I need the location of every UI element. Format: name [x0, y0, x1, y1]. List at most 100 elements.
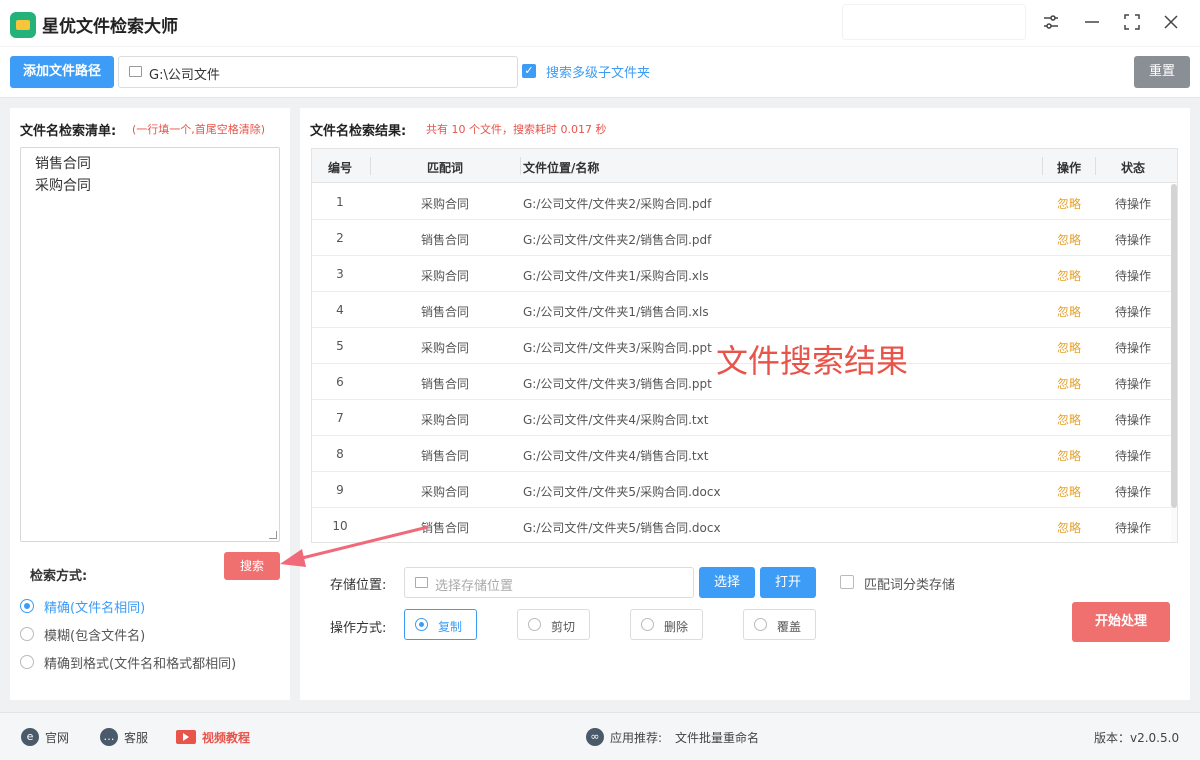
row-ignore-link[interactable]: 忽略 — [1044, 375, 1094, 392]
chat-bubble-icon[interactable]: … — [100, 728, 118, 746]
col-path-header[interactable]: 文件位置/名称 — [523, 159, 599, 176]
website-icon[interactable]: e — [21, 728, 39, 746]
op-copy-option[interactable]: 复制 — [404, 609, 477, 640]
row-path-cell: G:/公司文件/文件夹2/销售合同.pdf — [523, 233, 712, 247]
mode-fuzzy-radio[interactable] — [20, 627, 34, 641]
service-link[interactable]: 客服 — [124, 729, 148, 746]
row-path-cell: G:/公司文件/文件夹4/销售合同.txt — [523, 449, 709, 463]
search-mode-title: 检索方式: — [30, 569, 88, 584]
footer-bar: e 官网 … 客服 视频教程 ∞ 应用推荐: 文件批量重命名 版本：v2.0.5… — [0, 712, 1200, 760]
start-process-button[interactable]: 开始处理 — [1072, 602, 1170, 642]
op-delete-radio[interactable] — [641, 618, 654, 631]
row-index-cell: 8 — [336, 447, 344, 461]
row-keyword-cell: 销售合同 — [420, 233, 469, 247]
row-status-cell: 待操作 — [1114, 521, 1151, 535]
table-row[interactable]: 8 销售合同 G:/公司文件/文件夹4/销售合同.txt 忽略 待操作 — [312, 436, 1172, 472]
results-summary: 共有 10 个文件，搜索耗时 0.017 秒 — [426, 123, 607, 136]
col-keyword-header[interactable]: 匹配词 — [372, 159, 518, 176]
mode-exact-format-label[interactable]: 精确到格式(文件名和格式都相同) — [44, 653, 236, 672]
row-index-cell: 1 — [336, 195, 344, 209]
col-op-header[interactable]: 操作 — [1044, 159, 1094, 176]
row-keyword-cell: 销售合同 — [420, 521, 469, 535]
row-ignore-link[interactable]: 忽略 — [1044, 267, 1094, 284]
row-index-cell: 4 — [336, 303, 344, 317]
video-tutorial-link[interactable]: 视频教程 — [202, 729, 250, 746]
table-row[interactable]: 2 销售合同 G:/公司文件/文件夹2/销售合同.pdf 忽略 待操作 — [312, 220, 1172, 256]
minimize-icon[interactable] — [1081, 12, 1103, 34]
choose-button[interactable]: 选择 — [699, 567, 755, 598]
open-button[interactable]: 打开 — [760, 567, 816, 598]
table-scrollbar[interactable] — [1171, 184, 1177, 542]
row-index-cell: 5 — [336, 339, 344, 353]
row-index-cell: 3 — [336, 267, 344, 281]
row-ignore-link[interactable]: 忽略 — [1044, 195, 1094, 212]
row-ignore-link[interactable]: 忽略 — [1044, 483, 1094, 500]
mode-exact-label[interactable]: 精确(文件名相同) — [44, 597, 145, 616]
video-icon[interactable] — [176, 730, 196, 744]
settings-sliders-icon[interactable] — [1040, 12, 1062, 34]
path-input[interactable]: G:\公司文件 — [118, 56, 518, 88]
op-copy-radio[interactable] — [415, 618, 428, 631]
mode-exact-format-radio[interactable] — [20, 655, 34, 669]
storage-label: 存储位置: — [330, 578, 387, 593]
link-icon: ∞ — [586, 728, 604, 746]
keyword-line: 销售合同 — [35, 156, 91, 172]
overlay-caption: 文件搜索结果 — [716, 342, 909, 380]
col-index-header[interactable]: 编号 — [312, 159, 368, 176]
row-ignore-link[interactable]: 忽略 — [1044, 447, 1094, 464]
reset-button[interactable]: 重置 — [1134, 56, 1190, 88]
storage-input[interactable]: 选择存储位置 — [404, 567, 694, 598]
row-ignore-link[interactable]: 忽略 — [1044, 519, 1094, 536]
search-button[interactable]: 搜索 — [224, 552, 280, 580]
classify-checkbox[interactable] — [840, 575, 854, 589]
row-index-cell: 2 — [336, 231, 344, 245]
op-overwrite-radio[interactable] — [754, 618, 767, 631]
row-ignore-link[interactable]: 忽略 — [1044, 231, 1094, 248]
classify-label[interactable]: 匹配词分类存储 — [864, 574, 955, 593]
subfolder-checkbox[interactable]: ✓ — [522, 64, 536, 78]
row-keyword-cell: 采购合同 — [420, 485, 469, 499]
table-row[interactable]: 9 采购合同 G:/公司文件/文件夹5/采购合同.docx 忽略 待操作 — [312, 472, 1172, 508]
keyword-textarea[interactable]: 销售合同 采购合同 — [20, 147, 280, 542]
subfolder-label[interactable]: 搜索多级子文件夹 — [546, 62, 650, 81]
table-row[interactable]: 3 采购合同 G:/公司文件/文件夹1/采购合同.xls 忽略 待操作 — [312, 256, 1172, 292]
mode-exact-radio[interactable] — [20, 599, 34, 613]
keyword-list-title: 文件名检索清单: — [20, 124, 117, 139]
row-path-cell: G:/公司文件/文件夹3/采购合同.ppt — [523, 341, 712, 355]
mode-fuzzy-label[interactable]: 模糊(包含文件名) — [44, 625, 145, 644]
op-delete-option[interactable]: 删除 — [630, 609, 703, 640]
row-index-cell: 7 — [336, 411, 344, 425]
resize-grip-icon[interactable] — [269, 531, 277, 539]
row-status-cell: 待操作 — [1114, 413, 1151, 427]
row-status-cell: 待操作 — [1114, 341, 1151, 355]
op-overwrite-label: 覆盖 — [777, 620, 802, 634]
website-link[interactable]: 官网 — [45, 729, 69, 746]
recommend-app-link[interactable]: 文件批量重命名 — [675, 729, 759, 746]
app-logo-icon — [10, 12, 36, 38]
op-overwrite-option[interactable]: 覆盖 — [743, 609, 816, 640]
row-index-cell: 6 — [336, 375, 344, 389]
table-row[interactable]: 7 采购合同 G:/公司文件/文件夹4/采购合同.txt 忽略 待操作 — [312, 400, 1172, 436]
row-path-cell: G:/公司文件/文件夹3/销售合同.ppt — [523, 377, 712, 391]
row-index-cell: 10 — [332, 519, 348, 533]
results-panel: 文件名检索结果: 共有 10 个文件，搜索耗时 0.017 秒 编号 匹配词 文… — [300, 108, 1190, 700]
title-bar: 星优文件检索大师 — [0, 0, 1200, 46]
maximize-icon[interactable] — [1121, 12, 1143, 34]
op-cut-option[interactable]: 剪切 — [517, 609, 590, 640]
row-status-cell: 待操作 — [1114, 197, 1151, 211]
table-row[interactable]: 4 销售合同 G:/公司文件/文件夹1/销售合同.xls 忽略 待操作 — [312, 292, 1172, 328]
row-ignore-link[interactable]: 忽略 — [1044, 411, 1094, 428]
op-cut-radio[interactable] — [528, 618, 541, 631]
close-icon[interactable] — [1160, 12, 1182, 34]
col-status-header[interactable]: 状态 — [1098, 159, 1168, 176]
recommend-label: 应用推荐: — [610, 731, 663, 745]
row-status-cell: 待操作 — [1114, 269, 1151, 283]
path-bar: 添加文件路径 G:\公司文件 ✓ 搜索多级子文件夹 重置 — [0, 46, 1200, 98]
row-ignore-link[interactable]: 忽略 — [1044, 303, 1094, 320]
row-ignore-link[interactable]: 忽略 — [1044, 339, 1094, 356]
add-path-button[interactable]: 添加文件路径 — [10, 56, 114, 88]
row-keyword-cell: 销售合同 — [420, 305, 469, 319]
title-search-box[interactable] — [842, 4, 1026, 40]
table-row[interactable]: 10 销售合同 G:/公司文件/文件夹5/销售合同.docx 忽略 待操作 — [312, 508, 1172, 542]
table-row[interactable]: 1 采购合同 G:/公司文件/文件夹2/采购合同.pdf 忽略 待操作 — [312, 184, 1172, 220]
